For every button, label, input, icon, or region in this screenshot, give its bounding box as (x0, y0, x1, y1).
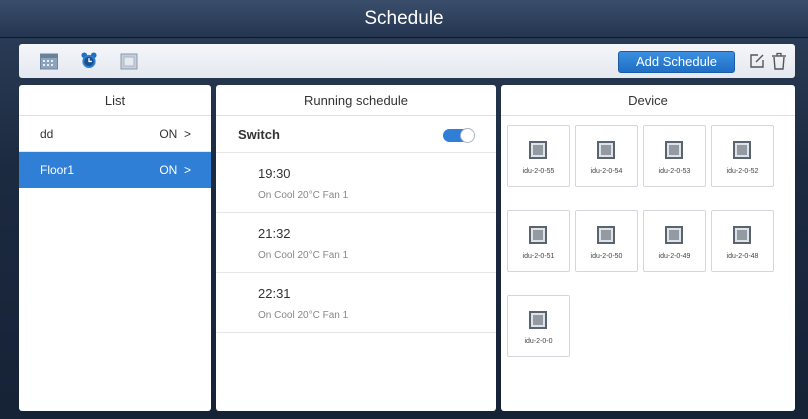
schedule-description: On Cool 20°C Fan 1 (258, 190, 349, 201)
indoor-unit-icon (733, 226, 751, 244)
list-header: List (19, 85, 211, 116)
list-panel: List dd ON > Floor1 ON > (19, 85, 211, 411)
device-name: idu-2-0-50 (590, 253, 623, 260)
indoor-unit-icon (733, 141, 751, 159)
schedule-item[interactable]: 22:31 On Cool 20°C Fan 1 (216, 273, 496, 333)
toggle-knob (460, 128, 475, 143)
indoor-unit-icon (665, 141, 683, 159)
device-tile[interactable]: idu-2-0-55 (507, 125, 570, 187)
list-item-floor1[interactable]: Floor1 ON > (19, 152, 211, 188)
indoor-unit-icon (529, 141, 547, 159)
device-panel: Device idu-2-0-55 idu-2-0-54 idu-2-0-53 … (501, 85, 795, 411)
page-title: Schedule (364, 7, 444, 29)
device-name: idu-2-0-49 (658, 253, 691, 260)
device-name: idu-2-0-55 (522, 168, 555, 175)
running-schedule-panel: Running schedule Switch 19:30 On Cool 20… (216, 85, 496, 411)
schedule-item[interactable]: 19:30 On Cool 20°C Fan 1 (216, 153, 496, 213)
list-item-name: Floor1 (40, 163, 75, 177)
device-tile[interactable]: idu-2-0-49 (643, 210, 706, 272)
device-tile[interactable]: idu-2-0-50 (575, 210, 638, 272)
device-tile[interactable]: idu-2-0-53 (643, 125, 706, 187)
device-tile[interactable]: idu-2-0-52 (711, 125, 774, 187)
add-schedule-button[interactable]: Add Schedule (618, 51, 735, 73)
schedule-time: 21:32 (258, 226, 291, 241)
device-tile[interactable]: idu-2-0-48 (711, 210, 774, 272)
running-schedule-header: Running schedule (216, 85, 496, 116)
device-name: idu-2-0-52 (726, 168, 759, 175)
schedule-time: 22:31 (258, 286, 291, 301)
device-header: Device (501, 85, 795, 116)
switch-label: Switch (238, 127, 280, 142)
switch-toggle[interactable] (443, 128, 475, 143)
indoor-unit-icon (665, 226, 683, 244)
device-tile[interactable]: idu-2-0-54 (575, 125, 638, 187)
switch-row: Switch (216, 116, 496, 153)
square-icon[interactable] (120, 53, 138, 70)
trash-icon[interactable] (771, 52, 787, 70)
indoor-unit-icon (597, 226, 615, 244)
list-item-name: dd (40, 127, 54, 141)
indoor-unit-icon (529, 311, 547, 329)
list-item-dd[interactable]: dd ON > (19, 116, 211, 152)
device-name: idu-2-0-54 (590, 168, 623, 175)
toolbar: Add Schedule (19, 44, 795, 78)
calendar-icon[interactable] (40, 53, 58, 70)
schedule-time: 19:30 (258, 166, 291, 181)
device-name: idu-2-0-48 (726, 253, 759, 260)
schedule-description: On Cool 20°C Fan 1 (258, 310, 349, 321)
list-item-status: ON > (159, 127, 191, 141)
schedule-description: On Cool 20°C Fan 1 (258, 250, 349, 261)
indoor-unit-icon (529, 226, 547, 244)
device-name: idu-2-0-0 (524, 338, 553, 345)
schedule-item[interactable]: 21:32 On Cool 20°C Fan 1 (216, 213, 496, 273)
alarm-clock-icon[interactable] (80, 52, 98, 69)
device-name: idu-2-0-53 (658, 168, 691, 175)
edit-icon[interactable] (749, 53, 765, 69)
device-tile[interactable]: idu-2-0-51 (507, 210, 570, 272)
indoor-unit-icon (597, 141, 615, 159)
device-name: idu-2-0-51 (522, 253, 555, 260)
device-tile[interactable]: idu-2-0-0 (507, 295, 570, 357)
title-bar: Schedule (0, 0, 808, 38)
list-item-status: ON > (159, 163, 191, 177)
